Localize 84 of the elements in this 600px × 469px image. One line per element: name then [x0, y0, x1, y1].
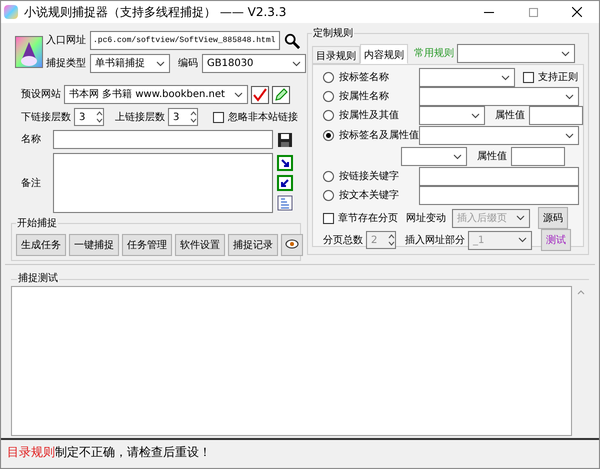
- checkbox[interactable]: [213, 112, 224, 122]
- dropdown-caret-icon: [453, 154, 462, 160]
- test-button[interactable]: 测试: [541, 229, 571, 251]
- check-mark-icon[interactable]: [251, 86, 269, 104]
- field-label: 入口网址: [46, 34, 86, 48]
- dropdown-caret-icon: [234, 92, 243, 98]
- attribute-value-label: 属性值: [477, 150, 507, 164]
- radio-label: 按标签名称: [339, 70, 389, 85]
- group-title: 开始捕捉: [16, 218, 58, 229]
- radio-button[interactable]: [323, 190, 334, 201]
- notes-textarea[interactable]: [53, 153, 273, 213]
- dropdown[interactable]: [419, 87, 579, 106]
- field-label: 备注: [21, 176, 42, 190]
- radio-button[interactable]: [323, 110, 334, 121]
- attribute-value-label: 属性值: [495, 108, 525, 123]
- chat-bubble-button[interactable]: [281, 234, 303, 256]
- field-label: 捕捉类型: [46, 56, 86, 71]
- spin-arrows-icon: [96, 111, 103, 123]
- chat-bubble-icon: [285, 239, 299, 251]
- radio-label: 按属性名称: [339, 90, 389, 104]
- radio-button[interactable]: [323, 72, 334, 83]
- common-rules-label: 常用规则: [414, 46, 454, 61]
- field-label: 预设网站: [21, 88, 61, 102]
- button[interactable]: 一键捕捉: [69, 234, 119, 256]
- checkbox-label: 支持正则: [538, 70, 578, 85]
- dropdown-caret-icon: [561, 50, 570, 56]
- field-label: 名称: [21, 133, 42, 147]
- spin-field[interactable]: 3: [168, 108, 198, 126]
- button[interactable]: 捕捉记录: [228, 234, 278, 256]
- checkbox-label: 章节存在分页: [338, 212, 398, 226]
- wizard-logo-icon: [15, 36, 43, 68]
- checkbox[interactable]: [523, 72, 534, 83]
- spin-arrows-icon: [388, 234, 395, 246]
- preset-dropdown[interactable]: 书本网 多书籍 www.bookben.net: [64, 85, 248, 104]
- field-label: 下链接层数: [21, 110, 71, 124]
- radio-label: 按标签名及属性值: [339, 128, 419, 143]
- status-message: 目录规则制定不正确，请检查后重设！: [7, 445, 211, 459]
- input-field[interactable]: [529, 106, 583, 125]
- dropdown[interactable]: [419, 106, 485, 125]
- radio-label: 按属性及其值: [339, 108, 399, 123]
- checkbox-label: 忽略非本站链接: [228, 110, 298, 124]
- search-icon[interactable]: [284, 32, 300, 48]
- edit-icon[interactable]: [272, 86, 290, 104]
- tab[interactable]: 目录规则: [312, 46, 360, 64]
- radio-button[interactable]: [323, 130, 334, 141]
- button[interactable]: 生成任务: [16, 234, 66, 256]
- dropdown-caret-icon: [565, 94, 574, 100]
- dropdown-caret-icon: [501, 74, 510, 80]
- spin-field[interactable]: 3: [74, 108, 104, 126]
- checkbox[interactable]: [323, 212, 334, 224]
- radio-button[interactable]: [323, 171, 334, 182]
- url-field[interactable]: .pc6.com/softview/SoftView_885848.html: [90, 31, 280, 50]
- spin-arrows-icon: [190, 111, 197, 123]
- dropdown[interactable]: 单书籍捕捉: [90, 54, 170, 73]
- dropdown[interactable]: [401, 147, 467, 166]
- dropdown-caret-icon: [516, 215, 525, 221]
- button[interactable]: 软件设置: [175, 234, 225, 256]
- field-label: 插入网址部分: [405, 234, 465, 248]
- input-field[interactable]: [419, 186, 579, 205]
- field-label: 上链接层数: [115, 110, 165, 124]
- dropdown[interactable]: [419, 126, 579, 145]
- window-title: 小说规则捕捉器（支持多线程捕捉） —— V2.3.3: [24, 4, 286, 21]
- radio-label: 按链接关键字: [339, 170, 399, 184]
- field-label: 网址变动: [406, 212, 446, 226]
- field-label: 编码: [178, 56, 198, 71]
- input-field[interactable]: [419, 167, 579, 186]
- dropdown-caret-icon: [292, 60, 301, 66]
- input-field[interactable]: [511, 147, 565, 166]
- field-label: 分页总数: [323, 234, 363, 248]
- list-icon[interactable]: [277, 195, 293, 211]
- radio-button[interactable]: [323, 91, 334, 102]
- dropdown[interactable]: GB18030: [202, 54, 306, 73]
- dropdown[interactable]: [419, 68, 515, 87]
- dropdown-caret-icon: [471, 112, 480, 118]
- dropdown-caret-icon: [518, 237, 527, 243]
- tab[interactable]: 内容规则: [360, 44, 408, 64]
- button[interactable]: 任务管理: [122, 234, 172, 256]
- dropdown-caret-icon: [156, 60, 165, 66]
- radio-label: 按文本关键字: [339, 188, 399, 203]
- common-rules-dropdown[interactable]: [457, 44, 575, 63]
- dropdown-caret-icon: [565, 132, 574, 138]
- source-button[interactable]: 源码: [538, 207, 568, 229]
- app-icon: [4, 5, 18, 19]
- name-field[interactable]: [53, 130, 273, 149]
